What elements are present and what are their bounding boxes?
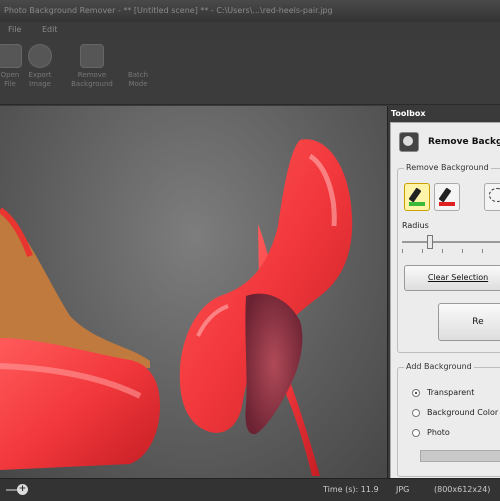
toolbox-panel: Toolbox Remove Backg Remove Background R… (387, 106, 500, 480)
radio-dot-selected (412, 388, 420, 397)
lasso-icon (489, 188, 500, 202)
remove-background-label: Remove Background (71, 71, 113, 88)
remove-color-bar (439, 202, 455, 206)
lasso-button[interactable] (484, 183, 500, 211)
radio-photo-label: Photo (427, 428, 450, 437)
open-file-label: Open File (0, 71, 20, 88)
format-readout: JPG (396, 485, 410, 494)
radius-slider[interactable] (402, 235, 500, 253)
menu-item-file[interactable]: File (8, 25, 21, 34)
menu-bar: File Edit (0, 22, 500, 38)
slider-tick (462, 249, 463, 253)
time-readout: Time (s): 11.9 (323, 485, 379, 494)
radio-background-color[interactable]: Background Color (412, 408, 498, 417)
toolbox-header: Toolbox (388, 106, 500, 122)
export-image-label: Export Image (28, 71, 52, 88)
slider-tick (422, 249, 423, 253)
batch-mode-button[interactable]: Batch Mode (116, 44, 160, 89)
remove-background-button[interactable]: Remove Background (70, 44, 114, 89)
radio-dot (412, 428, 420, 437)
toolbox-title: Remove Backg (399, 131, 500, 153)
remove-marker-button[interactable] (434, 183, 460, 211)
remove-background-group: Remove Background Radius Clear Selection… (397, 163, 500, 353)
size-readout: (800x612x24) (434, 485, 491, 494)
image-canvas[interactable] (0, 106, 388, 478)
slider-tick (482, 249, 483, 253)
zoom-in-icon[interactable]: + (17, 484, 28, 495)
remove-background-icon (399, 131, 419, 152)
ribbon-toolbar: Open File Export Image Remove Background… (0, 38, 500, 105)
slider-tick (442, 249, 443, 253)
add-background-group: Add Background Transparent Background Co… (397, 362, 500, 477)
radius-label: Radius (402, 221, 429, 230)
slider-tick (402, 249, 403, 253)
red-shoes-photo (0, 139, 353, 476)
marker-keep-icon (408, 187, 422, 203)
radio-transparent[interactable]: Transparent (412, 388, 474, 397)
toolbox-content: Remove Backg Remove Background Radius Cl… (390, 122, 500, 480)
clear-selection-button[interactable]: Clear Selection (404, 265, 500, 291)
add-background-group-label: Add Background (404, 362, 474, 371)
photo-path-field[interactable] (420, 450, 500, 462)
tools-icon (126, 44, 150, 68)
remove-button[interactable]: Re (438, 303, 500, 341)
status-bar: + Time (s): 11.9 JPG (800x612x24) (0, 478, 500, 501)
remove-background-group-label: Remove Background (404, 163, 491, 172)
radius-slider-thumb[interactable] (426, 235, 433, 249)
radio-dot (412, 408, 420, 417)
batch-mode-label: Batch Mode (127, 71, 149, 88)
keep-marker-button[interactable] (404, 183, 430, 211)
radio-photo[interactable]: Photo (412, 428, 450, 437)
add-icon (80, 44, 104, 68)
gear-icon (28, 44, 52, 68)
window-title: Photo Background Remover - ** [Untitled … (0, 0, 500, 22)
radio-transparent-label: Transparent (427, 388, 475, 397)
menu-item-edit[interactable]: Edit (42, 25, 58, 34)
keep-color-bar (409, 202, 425, 206)
marker-remove-icon (438, 187, 452, 203)
export-image-button[interactable]: Export Image (18, 44, 62, 89)
radio-background-color-label: Background Color (427, 408, 499, 417)
toolbox-title-text: Remove Backg (428, 137, 500, 147)
